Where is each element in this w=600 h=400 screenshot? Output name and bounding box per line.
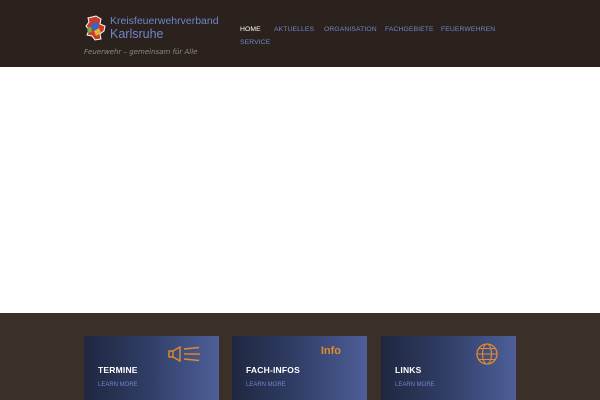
brand-line-2: Karlsruhe <box>110 27 164 41</box>
district-map-icon <box>85 15 106 41</box>
nav-item-service[interactable]: SERVICE <box>240 39 270 46</box>
hero-area <box>0 67 600 313</box>
card-termine[interactable]: TERMINE LEARN MORE <box>84 336 219 400</box>
site-tagline: Feuerwehr – gemeinsam für Alle <box>84 48 198 56</box>
nav-item-feuerwehren[interactable]: FEUERWEHREN <box>441 26 495 33</box>
nav-item-aktuelles[interactable]: AKTUELLES <box>274 26 314 33</box>
card-links[interactable]: LINKS LEARN MORE <box>381 336 516 400</box>
brand-name: Kreisfeuerwehrverband Karlsruhe <box>110 15 219 41</box>
card-title: TERMINE <box>98 365 138 375</box>
learn-more-link[interactable]: LEARN MORE <box>98 382 138 388</box>
nav-item-home[interactable]: HOME <box>240 26 261 33</box>
brand-line-1: Kreisfeuerwehrverband <box>110 15 219 27</box>
info-icon: Info <box>320 345 341 357</box>
site-header: Kreisfeuerwehrverband Karlsruhe Feuerweh… <box>0 0 600 67</box>
card-title: FACH-INFOS <box>246 365 300 375</box>
card-fach-infos[interactable]: Info FACH-INFOS LEARN MORE <box>232 336 367 400</box>
card-title: LINKS <box>395 365 422 375</box>
nav-item-fachgebiete[interactable]: FACHGEBIETE <box>385 26 434 33</box>
learn-more-link[interactable]: LEARN MORE <box>246 382 286 388</box>
site-logo[interactable]: Kreisfeuerwehrverband Karlsruhe <box>84 13 224 43</box>
nav-item-organisation[interactable]: ORGANISATION <box>324 26 377 33</box>
globe-icon <box>476 343 498 365</box>
megaphone-icon <box>168 346 200 362</box>
learn-more-link[interactable]: LEARN MORE <box>395 382 435 388</box>
